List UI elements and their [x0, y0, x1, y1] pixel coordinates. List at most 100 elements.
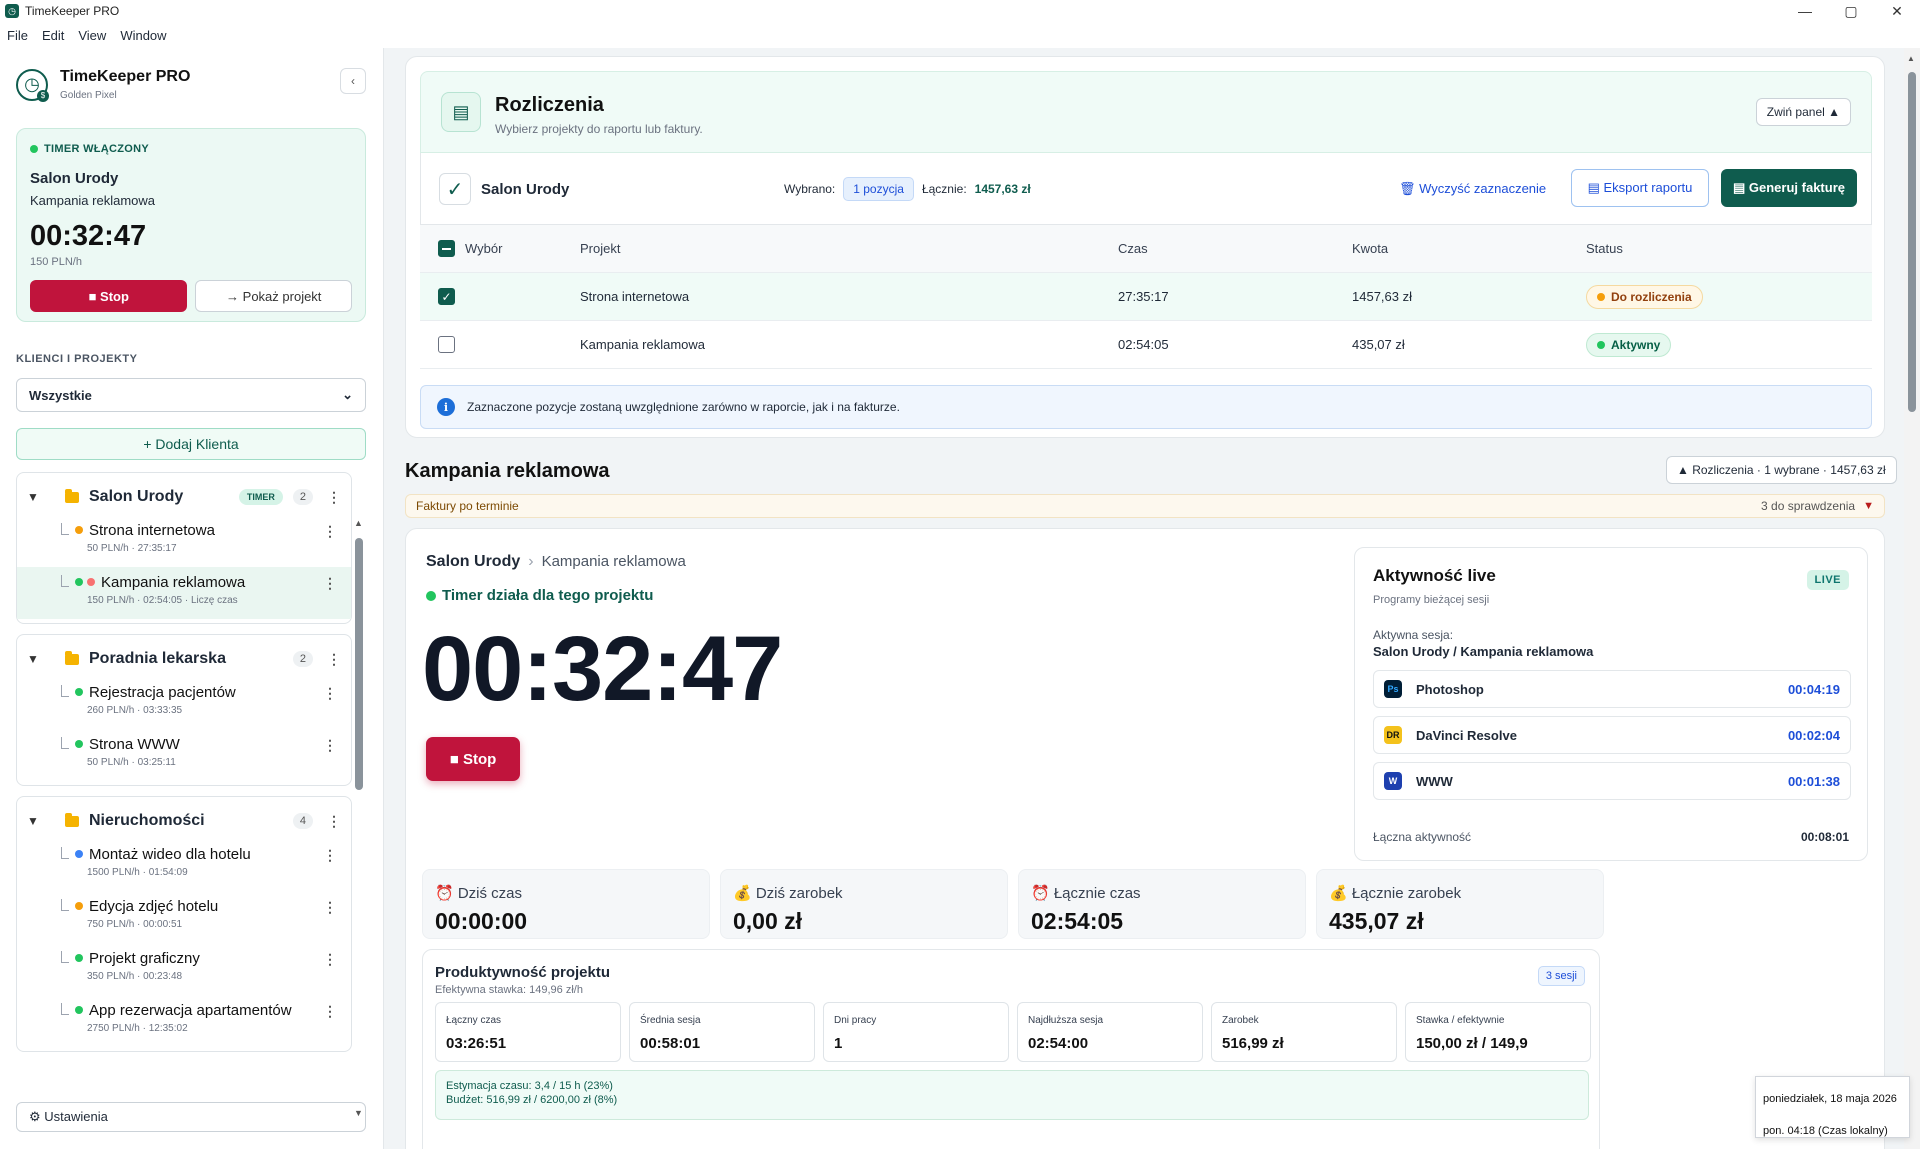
- client-card: ▼ Poradnia lekarska 2 ⋮ Rejestracja pacj…: [16, 634, 352, 786]
- project-item[interactable]: Edycja zdjęć hotelu 750 PLN/h · 00:00:51…: [17, 891, 351, 943]
- menu-view[interactable]: View: [71, 28, 113, 43]
- app-name: DaVinci Resolve: [1416, 727, 1517, 743]
- expand-triangle-icon[interactable]: ▼: [27, 490, 55, 504]
- total-activity-value: 00:08:01: [1800, 830, 1849, 844]
- kebab-menu-icon[interactable]: ⋮: [323, 847, 337, 864]
- running-label: Timer działa dla tego projektu: [442, 587, 654, 604]
- status-dot-icon: [75, 902, 83, 910]
- timer-client: Salon Urody: [30, 170, 119, 187]
- menu-file[interactable]: File: [0, 28, 35, 43]
- overdue-invoices-bar[interactable]: Faktury po terminie 3 do sprawdzenia ▼: [405, 494, 1885, 518]
- billing-subtitle: Wybierz projekty do raportu lub faktury.: [495, 122, 703, 136]
- scrollbar-thumb[interactable]: [1908, 72, 1916, 412]
- scrollbar-thumb[interactable]: [355, 538, 363, 790]
- column-header: Status: [1586, 241, 1623, 256]
- project-name: Projekt graficzny: [89, 949, 200, 967]
- kebab-menu-icon[interactable]: ⋮: [323, 685, 337, 702]
- select-all-checkbox[interactable]: [438, 240, 455, 257]
- scroll-up-icon[interactable]: ▲: [1907, 54, 1915, 63]
- export-report-button[interactable]: ▤ Eksport raportu: [1571, 169, 1709, 207]
- tree-branch-icon: [61, 685, 69, 697]
- kebab-menu-icon[interactable]: ⋮: [323, 575, 337, 592]
- stop-project-timer-button[interactable]: ■ Stop: [426, 737, 520, 781]
- kebab-menu-icon[interactable]: ⋮: [323, 899, 337, 916]
- tree-branch-icon: [61, 737, 69, 749]
- menu-edit[interactable]: Edit: [35, 28, 71, 43]
- generate-invoice-button[interactable]: ▤ Generuj fakturę: [1721, 169, 1857, 207]
- show-project-button[interactable]: → Pokaż projekt: [195, 280, 352, 312]
- collapse-sidebar-button[interactable]: ‹: [340, 68, 366, 94]
- client-header[interactable]: ▼ Nieruchomości 4 ⋮: [17, 803, 351, 839]
- project-title: Kampania reklamowa: [405, 460, 610, 482]
- settings-button[interactable]: ⚙ Ustawienia: [16, 1102, 366, 1132]
- kebab-menu-icon[interactable]: ⋮: [327, 813, 341, 830]
- kebab-menu-icon[interactable]: ⋮: [327, 489, 341, 506]
- project-item[interactable]: Strona WWW 50 PLN/h · 03:25:11 ⋮: [17, 729, 351, 781]
- kpi-value: 150,00 zł / 149,9: [1416, 1035, 1528, 1052]
- billing-table: Wybór Projekt Czas Kwota Status ✓ Strona…: [420, 225, 1872, 369]
- kebab-menu-icon[interactable]: ⋮: [323, 523, 337, 540]
- client-card: ▼ Salon Urody TIMER 2 ⋮ Strona interneto…: [16, 472, 352, 624]
- table-row[interactable]: ✓ Strona internetowa 27:35:17 1457,63 zł…: [420, 273, 1872, 321]
- client-card: ▼ Nieruchomości 4 ⋮ Montaż wideo dla hot…: [16, 796, 352, 1052]
- kebab-menu-icon[interactable]: ⋮: [327, 651, 341, 668]
- client-header[interactable]: ▼ Poradnia lekarska 2 ⋮: [17, 641, 351, 677]
- row-checkbox[interactable]: [438, 336, 455, 353]
- project-item[interactable]: Projekt graficzny 350 PLN/h · 00:23:48 ⋮: [17, 943, 351, 995]
- kebab-menu-icon[interactable]: ⋮: [323, 737, 337, 754]
- clients-section-label: KLIENCI I PROJEKTY: [16, 353, 138, 365]
- project-count: 2: [292, 489, 313, 505]
- table-row[interactable]: Kampania reklamowa 02:54:05 435,07 zł Ak…: [420, 321, 1872, 369]
- stop-timer-button[interactable]: ■ Stop: [30, 280, 188, 312]
- productivity-title: Produktywność projektu: [435, 964, 611, 981]
- client-filter-select[interactable]: Wszystkie ⌄: [16, 378, 366, 412]
- scroll-up-icon[interactable]: ▲: [354, 518, 363, 528]
- menu-window[interactable]: Window: [113, 28, 173, 43]
- total-value: 1457,63 zł: [974, 182, 1031, 196]
- chevron-down-icon: ⌄: [342, 387, 353, 402]
- maximize-button[interactable]: ▢: [1828, 0, 1874, 22]
- row-amount: 1457,63 zł: [1352, 289, 1412, 304]
- project-item[interactable]: Rejestracja pacjentów 260 PLN/h · 03:33:…: [17, 677, 351, 729]
- workspace-name: Golden Pixel: [60, 90, 117, 101]
- breadcrumb-client[interactable]: Salon Urody: [426, 553, 520, 570]
- kpi-card: Dni pracy 1: [823, 1002, 1009, 1062]
- timer-clock: 00:32:47: [30, 220, 147, 252]
- app-row: W WWW 00:01:38: [1373, 762, 1851, 800]
- clock-logo-icon: ◷ $: [16, 68, 49, 102]
- row-checkbox[interactable]: ✓: [438, 288, 455, 305]
- filter-value: Wszystkie: [29, 387, 92, 403]
- row-project: Kampania reklamowa: [580, 337, 706, 352]
- expand-triangle-icon[interactable]: ▼: [27, 814, 55, 828]
- collapse-panel-button[interactable]: Zwiń panel ▲: [1755, 98, 1851, 126]
- kpi-card: Łączny czas 03:26:51: [435, 1002, 621, 1062]
- project-card: Salon Urody › Kampania reklamowa Timer dzi…: [405, 528, 1885, 1149]
- kpi-label: Stawka / efektywnie: [1416, 1015, 1505, 1026]
- clear-selection-button[interactable]: 🗑 Wyczyść zaznaczenie: [1399, 181, 1546, 197]
- expand-arrow-icon[interactable]: ▼: [1863, 500, 1874, 512]
- brand: ◷ $ TimeKeeper PRO Golden Pixel: [16, 68, 190, 102]
- timer-project: Kampania reklamowa: [30, 193, 156, 208]
- kpi-value: 03:26:51: [446, 1035, 507, 1052]
- tree-branch-icon: [61, 847, 69, 859]
- kebab-menu-icon[interactable]: ⋮: [323, 1003, 337, 1020]
- billing-summary-button[interactable]: ▲ Rozliczenia · 1 wybrane · 1457,63 zł: [1666, 456, 1897, 484]
- tree-branch-icon: [61, 899, 69, 911]
- kpi-card: Najdłuższa sesja 02:54:00: [1017, 1002, 1203, 1062]
- add-client-button[interactable]: + Dodaj Klienta: [16, 428, 366, 460]
- expand-triangle-icon[interactable]: ▼: [27, 652, 55, 666]
- minimize-button[interactable]: —: [1782, 0, 1828, 22]
- project-item[interactable]: Strona internetowa 50 PLN/h · 27:35:17 ⋮: [17, 515, 351, 567]
- selected-label: Wybrano:: [784, 182, 836, 196]
- main-scrollbar[interactable]: ▲: [1904, 48, 1920, 1149]
- project-item[interactable]: Montaż wideo dla hotelu 1500 PLN/h · 01:…: [17, 839, 351, 891]
- client-header[interactable]: ▼ Salon Urody TIMER 2 ⋮: [17, 479, 351, 515]
- project-name: App rezerwacja apartamentów: [89, 1001, 292, 1019]
- close-button[interactable]: ✕: [1874, 0, 1920, 22]
- kebab-menu-icon[interactable]: ⋮: [323, 951, 337, 968]
- project-item[interactable]: Kampania reklamowa 150 PLN/h · 02:54:05 …: [17, 567, 351, 619]
- tree-branch-icon: [61, 951, 69, 963]
- sidebar-scrollbar[interactable]: ▲ ▼: [354, 518, 364, 1118]
- project-item[interactable]: App rezerwacja apartamentów 2750 PLN/h ·…: [17, 995, 351, 1047]
- billing-header: ▤ Rozliczenia Wybierz projekty do raport…: [420, 71, 1872, 153]
